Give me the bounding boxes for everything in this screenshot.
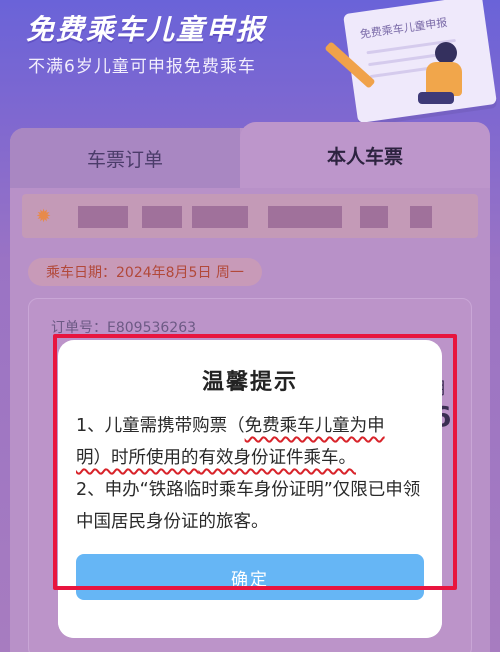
blurred-text — [268, 206, 342, 228]
tab-bar: 车票订单 本人车票 — [10, 122, 490, 188]
blurred-text — [78, 206, 128, 228]
blurred-text — [410, 206, 432, 228]
ride-date-badge: 乘车日期：2024年8月5日 周一 — [28, 258, 262, 286]
dialog-title: 温馨提示 — [201, 370, 298, 395]
page-title: 免费乘车儿童申报 — [26, 13, 267, 46]
notice-bar: ✹ — [22, 194, 478, 238]
tip-item-1-highlight-a: 免费乘车儿童为申 — [244, 416, 385, 436]
person-icon — [435, 42, 457, 64]
person-legs — [418, 92, 454, 104]
blurred-text — [192, 206, 248, 228]
tip-item-1-plain: 明）时所使用的 — [76, 448, 199, 468]
tab-my-tickets[interactable]: 本人车票 — [240, 122, 490, 188]
header-illustration: 免费乘车儿童申报 — [300, 0, 500, 130]
form-paper-illustration: 免费乘车儿童申报 — [343, 0, 497, 124]
blurred-text — [360, 206, 388, 228]
illustration-text: 免费乘车儿童申报 — [359, 15, 449, 42]
page-subtitle: 不满6岁儿童可申报免费乘车 — [28, 57, 256, 77]
person-body — [426, 62, 462, 96]
tip-dialog: 温馨提示 1、儿童需携带购票（免费乘车儿童为申明）时所使用的有效身份证件乘车。 … — [58, 340, 442, 638]
tip-item-1-highlight-b: 有效身份证件乘车。 — [198, 448, 357, 468]
tip-item-1-prefix: 1、儿童需携带购票（ — [76, 416, 245, 436]
lightbulb-icon: ✹ — [36, 206, 52, 227]
confirm-button[interactable]: 确定 — [76, 554, 424, 600]
tab-ticket-orders[interactable]: 车票订单 — [10, 128, 240, 188]
order-number: 订单号：E809536263 — [51, 320, 197, 336]
paper-line — [368, 53, 438, 67]
dialog-body: 1、儿童需携带购票（免费乘车儿童为申明）时所使用的有效身份证件乘车。 2、申办“… — [76, 410, 430, 538]
tip-item-1: 1、儿童需携带购票（免费乘车儿童为申明）时所使用的有效身份证件乘车。 — [76, 410, 430, 474]
tip-item-2: 2、申办“铁路临时乘车身份证明”仅限已申领中国居民身份证的旅客。 — [76, 480, 421, 532]
blurred-text — [142, 206, 182, 228]
